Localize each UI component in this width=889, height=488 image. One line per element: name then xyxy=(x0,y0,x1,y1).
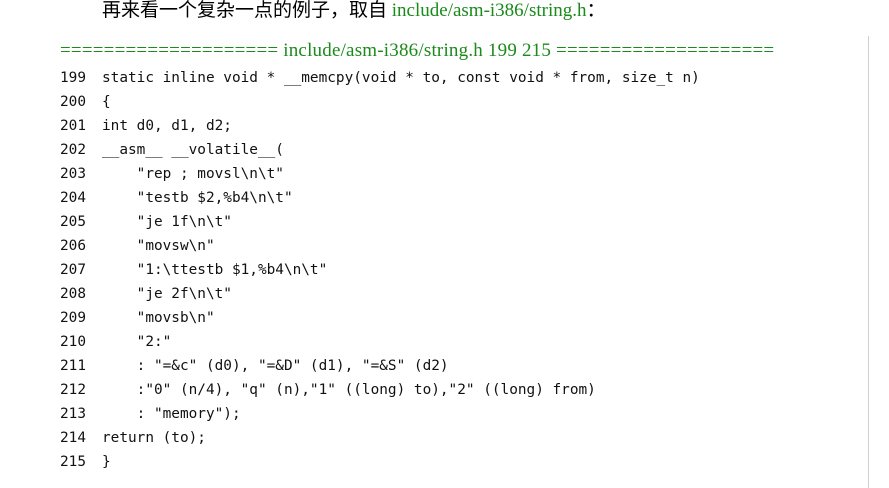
code-line: 211 : "=&c" (d0), "=&D" (d1), "=&S" (d2) xyxy=(60,354,700,378)
line-number: 200 xyxy=(60,94,86,110)
code-line: 206 "movsw\n" xyxy=(60,234,700,258)
code-line: 200 { xyxy=(60,90,700,114)
line-number: 208 xyxy=(60,286,86,302)
line-number: 210 xyxy=(60,334,86,350)
line-text: "2:" xyxy=(102,334,172,350)
line-text: { xyxy=(102,94,111,110)
line-number: 201 xyxy=(60,118,86,134)
code-line: 213 : "memory"); xyxy=(60,402,700,426)
code-listing: 199 static inline void * __memcpy(void * … xyxy=(60,66,700,474)
code-line: 207 "1:\ttestb $1,%b4\n\t" xyxy=(60,258,700,282)
line-number: 211 xyxy=(60,358,86,374)
line-text: __asm__ __volatile__( xyxy=(102,142,284,158)
code-line: 199 static inline void * __memcpy(void * … xyxy=(60,66,700,90)
code-line: 215} xyxy=(60,450,700,474)
line-number: 212 xyxy=(60,382,86,398)
code-line: 205 "je 1f\n\t" xyxy=(60,210,700,234)
intro-filename: include/asm-i386/string.h xyxy=(391,0,587,21)
line-text: : "=&c" (d0), "=&D" (d1), "=&S" (d2) xyxy=(102,358,449,374)
code-line: 202 __asm__ __volatile__( xyxy=(60,138,700,162)
line-number: 205 xyxy=(60,214,86,230)
line-text: "movsb\n" xyxy=(102,310,215,326)
code-line: 201 int d0, d1, d2; xyxy=(60,114,700,138)
code-line: 210 "2:" xyxy=(60,330,700,354)
line-text: static inline void * __memcpy(void * to,… xyxy=(102,70,700,86)
line-text: "rep ; movsl\n\t" xyxy=(102,166,284,182)
line-text: "movsw\n" xyxy=(102,238,215,254)
line-text: } xyxy=(102,454,111,470)
line-text: "testb $2,%b4\n\t" xyxy=(102,190,293,206)
line-text: int d0, d1, d2; xyxy=(102,118,232,134)
code-line: 214 return (to); xyxy=(60,426,700,450)
line-text: : "memory"); xyxy=(102,406,241,422)
line-text: "je 2f\n\t" xyxy=(102,286,232,302)
intro-suffix: ： xyxy=(586,0,606,21)
line-number: 203 xyxy=(60,166,86,182)
line-number: 214 xyxy=(60,430,86,446)
line-number: 207 xyxy=(60,262,86,278)
line-text: "1:\ttestb $1,%b4\n\t" xyxy=(102,262,328,278)
code-line: 203 "rep ; movsl\n\t" xyxy=(60,162,700,186)
line-number: 204 xyxy=(60,190,86,206)
line-number: 199 xyxy=(60,70,86,86)
code-line: 204 "testb $2,%b4\n\t" xyxy=(60,186,700,210)
line-text: :"0" (n/4), "q" (n),"1" ((long) to),"2" … xyxy=(102,382,596,398)
line-number: 206 xyxy=(60,238,86,254)
line-text: "je 1f\n\t" xyxy=(102,214,232,230)
line-number: 202 xyxy=(60,142,86,158)
page-edge-divider xyxy=(868,36,869,488)
code-line: 212 :"0" (n/4), "q" (n),"1" ((long) to),… xyxy=(60,378,700,402)
line-number: 209 xyxy=(60,310,86,326)
intro-sentence: 再来看一个复杂一点的例子，取自 include/asm-i386/string.… xyxy=(102,0,606,22)
code-header-separator: ==================== include/asm-i386/st… xyxy=(60,40,775,61)
code-line: 208 "je 2f\n\t" xyxy=(60,282,700,306)
line-number: 215 xyxy=(60,454,86,470)
line-number: 213 xyxy=(60,406,86,422)
intro-prefix: 再来看一个复杂一点的例子，取自 xyxy=(102,0,392,21)
line-text: return (to); xyxy=(102,430,206,446)
code-line: 209 "movsb\n" xyxy=(60,306,700,330)
